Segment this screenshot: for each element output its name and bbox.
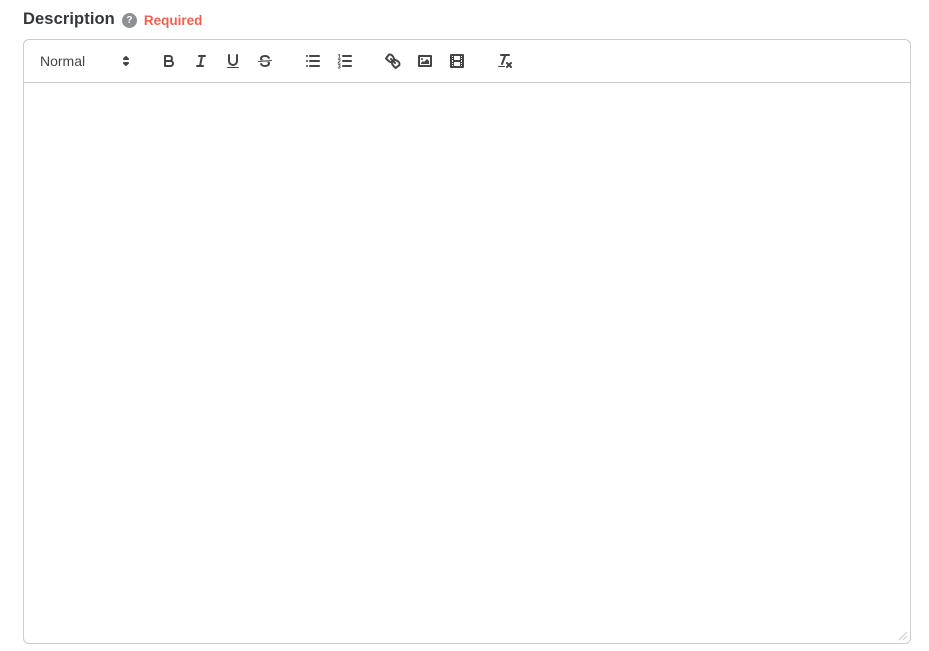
strikethrough-button[interactable] xyxy=(249,49,281,73)
toolbar-group-inline xyxy=(153,49,281,73)
required-badge: Required xyxy=(143,12,203,28)
picker-updown-icon xyxy=(123,56,129,66)
header-format-picker[interactable]: Normal xyxy=(32,49,137,73)
bold-icon xyxy=(164,55,174,67)
editor-toolbar: Normal 1 2 3 xyxy=(24,40,910,83)
insert-image-button[interactable] xyxy=(409,49,441,73)
resize-grip-icon xyxy=(898,631,908,641)
clean-formatting-button[interactable] xyxy=(489,49,521,73)
rich-text-editor: Normal 1 2 3 xyxy=(23,39,911,644)
insert-video-button[interactable] xyxy=(441,49,473,73)
page: Description ? Required Normal 1 2 3 xyxy=(0,0,929,644)
field-header: Description ? Required xyxy=(23,8,911,30)
image-icon xyxy=(418,55,432,67)
bullet-list-button[interactable] xyxy=(297,49,329,73)
help-icon[interactable]: ? xyxy=(121,12,137,28)
toolbar-group-header: Normal xyxy=(32,49,137,73)
clean-formatting-icon xyxy=(498,54,512,68)
bold-button[interactable] xyxy=(153,49,185,73)
underline-button[interactable] xyxy=(217,49,249,73)
italic-button[interactable] xyxy=(185,49,217,73)
link-icon xyxy=(385,53,401,69)
strikethrough-icon xyxy=(258,55,272,67)
bullet-list-icon xyxy=(306,55,320,67)
toolbar-group-clean xyxy=(489,49,521,73)
ordered-list-icon: 1 2 3 xyxy=(338,55,352,71)
italic-icon xyxy=(196,55,206,67)
toolbar-group-media xyxy=(377,49,473,73)
field-label: Description xyxy=(23,9,115,28)
toolbar-group-lists: 1 2 3 xyxy=(297,49,361,73)
svg-text:3: 3 xyxy=(338,65,342,71)
resize-grip[interactable] xyxy=(897,630,908,641)
underline-icon xyxy=(227,54,239,68)
editor-content-area[interactable] xyxy=(24,83,910,644)
ordered-list-button[interactable]: 1 2 3 xyxy=(329,49,361,73)
header-format-picker-label: Normal xyxy=(40,53,86,69)
insert-link-button[interactable] xyxy=(377,49,409,73)
video-icon xyxy=(450,54,464,68)
